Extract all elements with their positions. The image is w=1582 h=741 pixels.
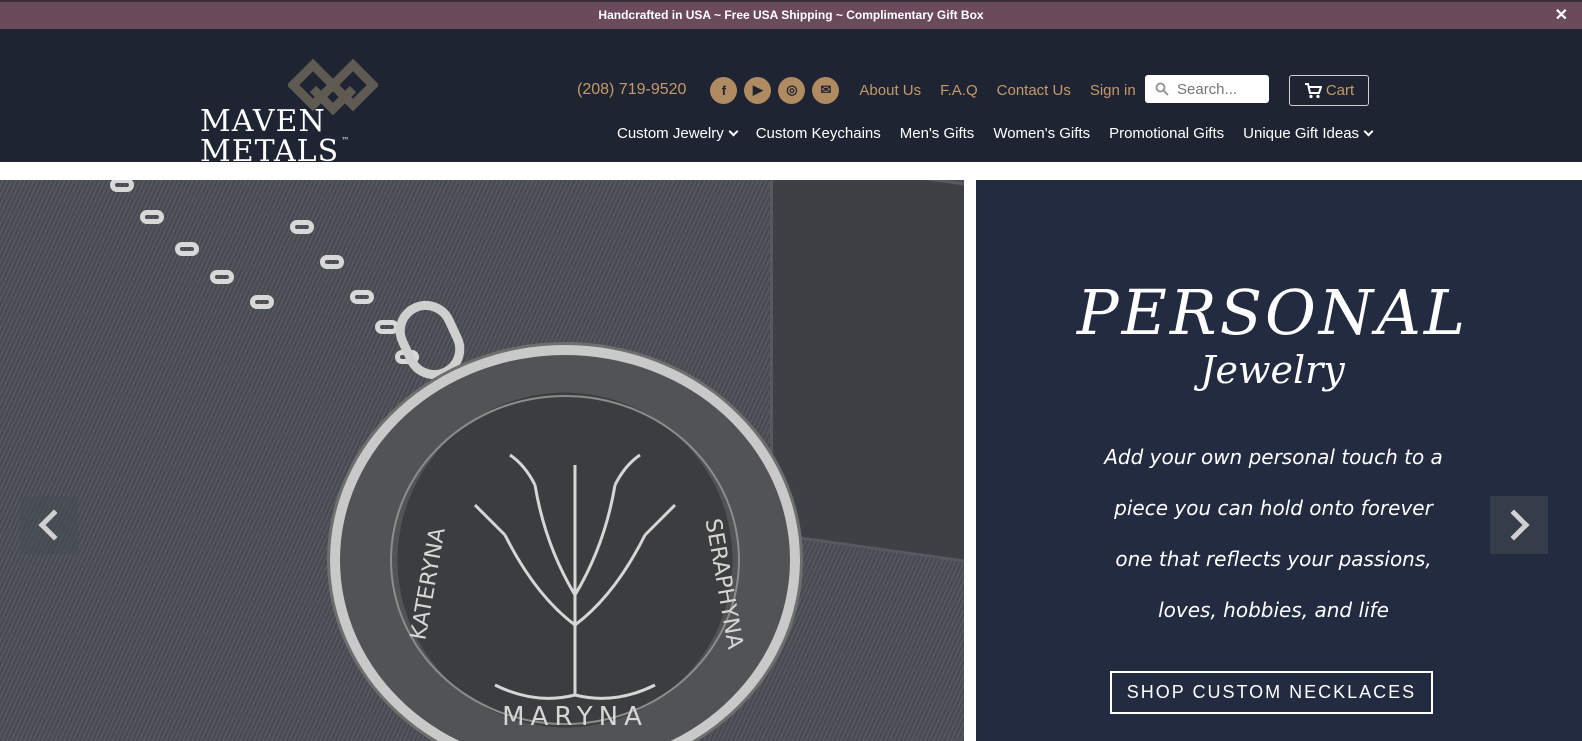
chevron-left-icon bbox=[38, 509, 70, 541]
nav-label: Custom Jewelry bbox=[617, 125, 724, 142]
search-box[interactable] bbox=[1145, 75, 1269, 103]
tree-of-life-engraving: MARYNA KATERYNA SERAPHYNA bbox=[406, 453, 748, 732]
coin-pendant: MARYNA KATERYNA SERAPHYNA bbox=[330, 345, 800, 741]
hero-body: Add your own personal touch to a piece y… bbox=[1104, 445, 1443, 622]
chain-link bbox=[350, 290, 374, 304]
chevron-right-icon bbox=[1498, 509, 1530, 541]
nav-custom-keychains[interactable]: Custom Keychains bbox=[756, 125, 881, 142]
chain-link bbox=[290, 220, 314, 234]
logo[interactable]: MAVEN METALS ™ bbox=[200, 59, 485, 167]
hero-image: MARYNA KATERYNA SERAPHYNA bbox=[0, 180, 964, 741]
top-links: About Us F.A.Q Contact Us Sign in bbox=[859, 82, 1135, 99]
announcement-bar: Handcrafted in USA ~ Free USA Shipping ~… bbox=[0, 0, 1582, 29]
instagram-icon[interactable]: ◎ bbox=[778, 76, 806, 104]
chain-link bbox=[250, 295, 274, 309]
nav-mens-gifts[interactable]: Men's Gifts bbox=[900, 125, 975, 142]
email-icon[interactable]: ✉ bbox=[812, 76, 840, 104]
main-nav: Custom Jewelry Custom Keychains Men's Gi… bbox=[617, 125, 1374, 142]
utility-bar: (208) 719-9520 f ▶ ◎ ✉ About Us F.A.Q Co… bbox=[577, 75, 1136, 105]
cart-label: Cart bbox=[1325, 82, 1355, 99]
nav-label: Women's Gifts bbox=[993, 125, 1091, 142]
hero-title: PERSONAL bbox=[1076, 276, 1469, 349]
nav-promotional-gifts[interactable]: Promotional Gifts bbox=[1109, 125, 1224, 142]
hero-panel: PERSONAL Jewelry Add your own personal t… bbox=[976, 180, 1582, 741]
gift-pouch bbox=[770, 180, 964, 565]
faq-link[interactable]: F.A.Q bbox=[940, 82, 978, 99]
nav-label: Promotional Gifts bbox=[1109, 125, 1225, 142]
engraving-text: SERAPHYNA bbox=[700, 517, 748, 651]
chain-link bbox=[110, 180, 134, 192]
announcement-text: Handcrafted in USA ~ Free USA Shipping ~… bbox=[598, 8, 984, 22]
sign-in-link[interactable]: Sign in bbox=[1090, 82, 1136, 99]
chain-link bbox=[175, 242, 199, 256]
nav-custom-jewelry[interactable]: Custom Jewelry bbox=[617, 125, 739, 142]
engraving-text: KATERYNA bbox=[406, 526, 450, 642]
hero-subtitle: Jewelry bbox=[1200, 348, 1345, 392]
close-icon[interactable]: ✕ bbox=[1555, 2, 1568, 29]
cart-icon bbox=[1304, 82, 1322, 98]
social-links: f ▶ ◎ ✉ bbox=[710, 76, 840, 104]
nav-label: Unique Gift Ideas bbox=[1243, 125, 1360, 142]
shop-custom-necklaces-button[interactable]: SHOP CUSTOM NECKLACES bbox=[1110, 671, 1433, 714]
contact-us-link[interactable]: Contact Us bbox=[997, 82, 1071, 99]
chain-link bbox=[140, 210, 164, 224]
carousel-prev-button[interactable] bbox=[20, 496, 78, 554]
engraving-text: MARYNA bbox=[502, 702, 648, 732]
carousel-next-button[interactable] bbox=[1490, 496, 1548, 554]
chevron-down-icon bbox=[1363, 126, 1374, 137]
chain-link bbox=[210, 270, 234, 284]
phone-link[interactable]: (208) 719-9520 bbox=[577, 81, 686, 99]
youtube-icon[interactable]: ▶ bbox=[744, 76, 772, 104]
nav-label: Custom Keychains bbox=[755, 125, 881, 142]
search-input[interactable] bbox=[1177, 80, 1263, 98]
nav-womens-gifts[interactable]: Women's Gifts bbox=[993, 125, 1090, 142]
cart-button[interactable]: Cart bbox=[1289, 75, 1369, 106]
trademark-mark: ™ bbox=[341, 136, 351, 145]
site-header: MAVEN METALS ™ (208) 719-9520 f ▶ ◎ ✉ Abo… bbox=[0, 29, 1582, 167]
about-us-link[interactable]: About Us bbox=[859, 82, 921, 99]
logo-text: MAVEN METALS bbox=[200, 104, 340, 169]
chain-link bbox=[320, 255, 344, 269]
nav-label: Men's Gifts bbox=[899, 125, 975, 142]
nav-unique-gift-ideas[interactable]: Unique Gift Ideas bbox=[1243, 125, 1374, 142]
search-icon bbox=[1155, 82, 1169, 96]
chevron-down-icon bbox=[728, 126, 739, 137]
facebook-icon[interactable]: f bbox=[710, 76, 738, 104]
